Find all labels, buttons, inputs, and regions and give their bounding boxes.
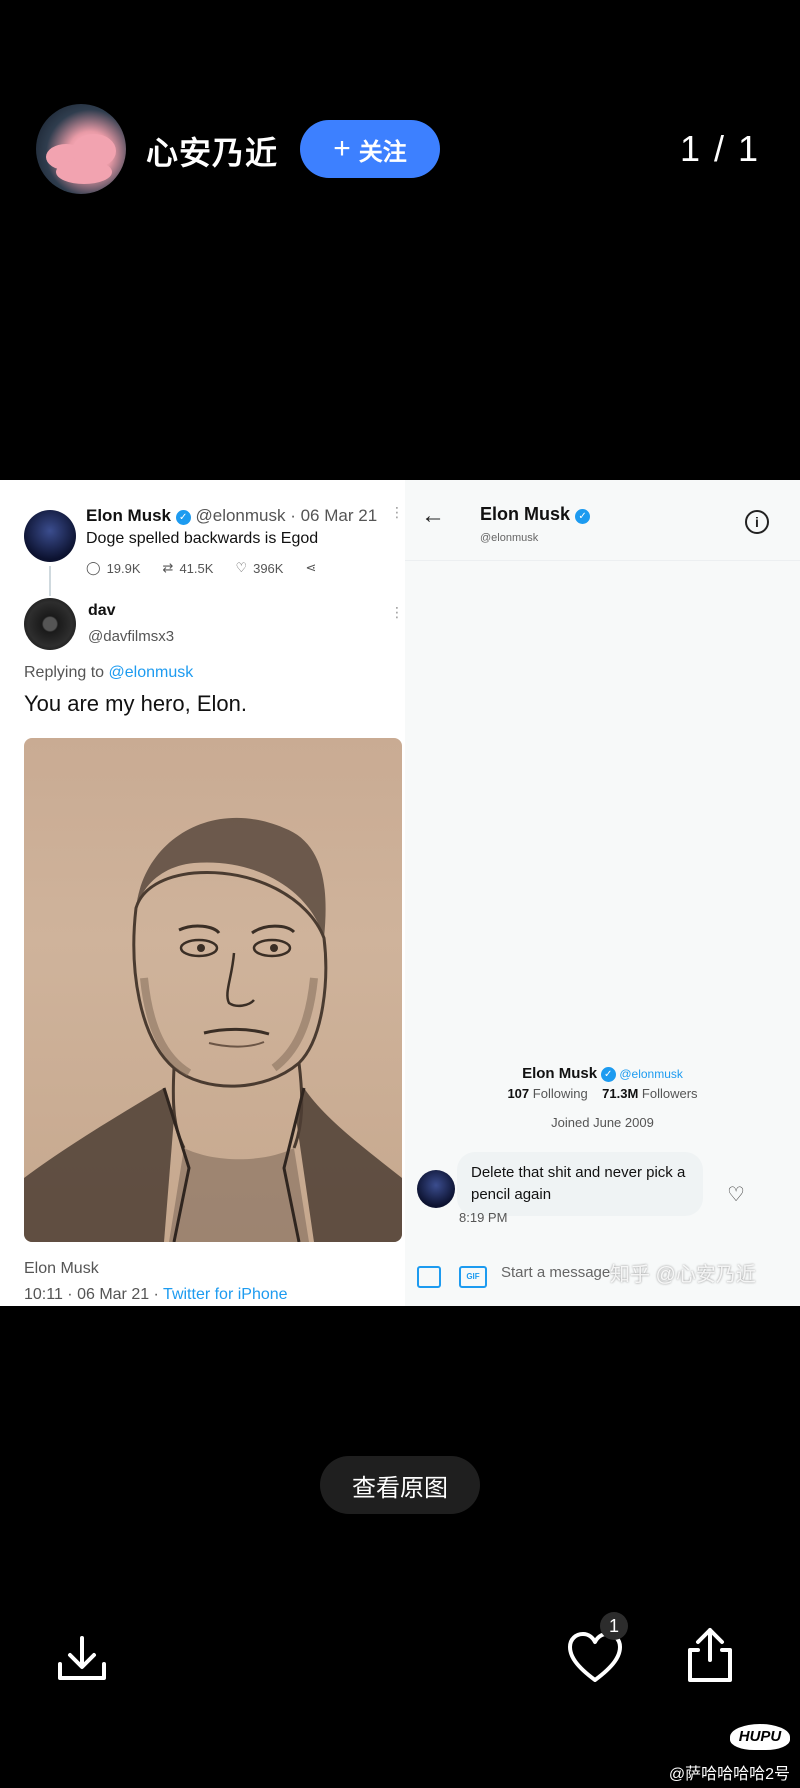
image-icon	[417, 1266, 441, 1288]
replying-to: Replying to @elonmusk	[24, 664, 193, 682]
follow-label: 关注	[358, 138, 407, 166]
followers-label: Followers	[641, 1086, 698, 1101]
follow-button[interactable]: + 关注	[300, 120, 440, 178]
joined-date: Joined June 2009	[551, 1115, 654, 1130]
replying-mention: @elonmusk	[108, 664, 194, 681]
dm-panel: ← Elon Musk ✓ @elonmusk i Elon Musk ✓ @e…	[405, 480, 800, 1306]
elon-avatar	[24, 510, 76, 562]
message-bubble: Delete that shit and never pick a pencil…	[457, 1152, 703, 1216]
following-label: Following	[532, 1086, 588, 1101]
dm-header: ← Elon Musk ✓ @elonmusk i	[405, 480, 800, 561]
dm-title-text: Elon Musk	[480, 504, 571, 524]
tweet-handle-date: @elonmusk · 06 Mar 21	[195, 506, 378, 525]
more-icon: ⋮	[390, 504, 404, 520]
replying-prefix: Replying to	[24, 664, 109, 681]
reply-count: 19.9K	[106, 560, 141, 576]
zhihu-watermark: 知乎 @心安乃近	[610, 1264, 756, 1286]
dm-title: Elon Musk ✓	[480, 504, 591, 525]
retweet-count: 41.5K	[179, 560, 214, 576]
info-icon: i	[745, 510, 769, 534]
following-count: 107	[507, 1086, 530, 1101]
bottom-toolbar	[0, 1610, 800, 1710]
pencil-sketch-image	[24, 738, 402, 1242]
verified-icon: ✓	[175, 510, 191, 525]
reply-author-handle: @davfilmsx3	[88, 628, 175, 645]
message-placeholder: Start a message	[501, 1264, 611, 1281]
profile-name: Elon Musk	[522, 1065, 598, 1082]
page-counter: 1 / 1	[679, 128, 760, 169]
tweet-header: Elon Musk ✓ @elonmusk · 06 Mar 21	[86, 506, 377, 526]
tweet-author-name: Elon Musk	[86, 506, 172, 525]
top-bar: 心安乃近 + 关注 1 / 1	[0, 0, 800, 300]
footer-meta: 10:11 · 06 Mar 21 · Twitter for iPhone	[24, 1286, 288, 1304]
plus-icon: +	[333, 132, 351, 165]
view-original-button[interactable]: 查看原图	[320, 1456, 480, 1514]
share-icon[interactable]	[684, 1624, 736, 1689]
hupu-logo: HUPU	[730, 1724, 790, 1750]
more-icon: ⋮	[390, 604, 404, 620]
back-arrow-icon: ←	[421, 502, 445, 529]
like-count-badge: 1	[600, 1612, 628, 1640]
dm-profile-card: Elon Musk ✓ @elonmusk 107 Following 71.3…	[405, 1065, 800, 1130]
download-icon[interactable]	[54, 1630, 110, 1691]
author-name[interactable]: 心安乃近	[146, 128, 278, 174]
dm-handle: @elonmusk	[480, 532, 539, 544]
footer-time: 10:11 · 06 Mar 21 ·	[24, 1286, 164, 1303]
author-avatar[interactable]	[36, 104, 126, 194]
gif-icon: GIF	[459, 1266, 487, 1288]
verified-icon: ✓	[575, 509, 591, 524]
footer-author: Elon Musk	[24, 1260, 99, 1277]
followers-count: 71.3M	[602, 1086, 639, 1101]
reply-text: You are my hero, Elon.	[24, 691, 247, 716]
hupu-username: @萨哈哈哈哈2号	[668, 1766, 790, 1783]
post-image[interactable]: Elon Musk ✓ @elonmusk · 06 Mar 21 ⋮ Doge…	[0, 480, 800, 1306]
elon-avatar	[417, 1170, 455, 1208]
profile-handle: @elonmusk	[619, 1067, 683, 1081]
tweet-text: Doge spelled backwards is Egod	[86, 530, 319, 547]
tweet-panel: Elon Musk ✓ @elonmusk · 06 Mar 21 ⋮ Doge…	[0, 480, 405, 1306]
heart-add-icon: ♡	[727, 1184, 745, 1206]
like-icon: ♡	[235, 560, 248, 575]
dav-avatar	[24, 598, 76, 650]
like-count: 396K	[253, 560, 284, 576]
tweet-metrics: ◯ 19.9K ⇄ 41.5K ♡ 396K ⋖	[86, 560, 316, 576]
share-icon: ⋖	[305, 560, 317, 575]
reply-icon: ◯	[86, 560, 101, 575]
retweet-icon: ⇄	[162, 560, 174, 575]
message-time: 8:19 PM	[459, 1210, 508, 1225]
footer-source: Twitter for iPhone	[163, 1286, 288, 1303]
thread-line	[49, 566, 51, 596]
reply-author-name: dav	[88, 602, 116, 619]
verified-icon: ✓	[600, 1067, 616, 1082]
